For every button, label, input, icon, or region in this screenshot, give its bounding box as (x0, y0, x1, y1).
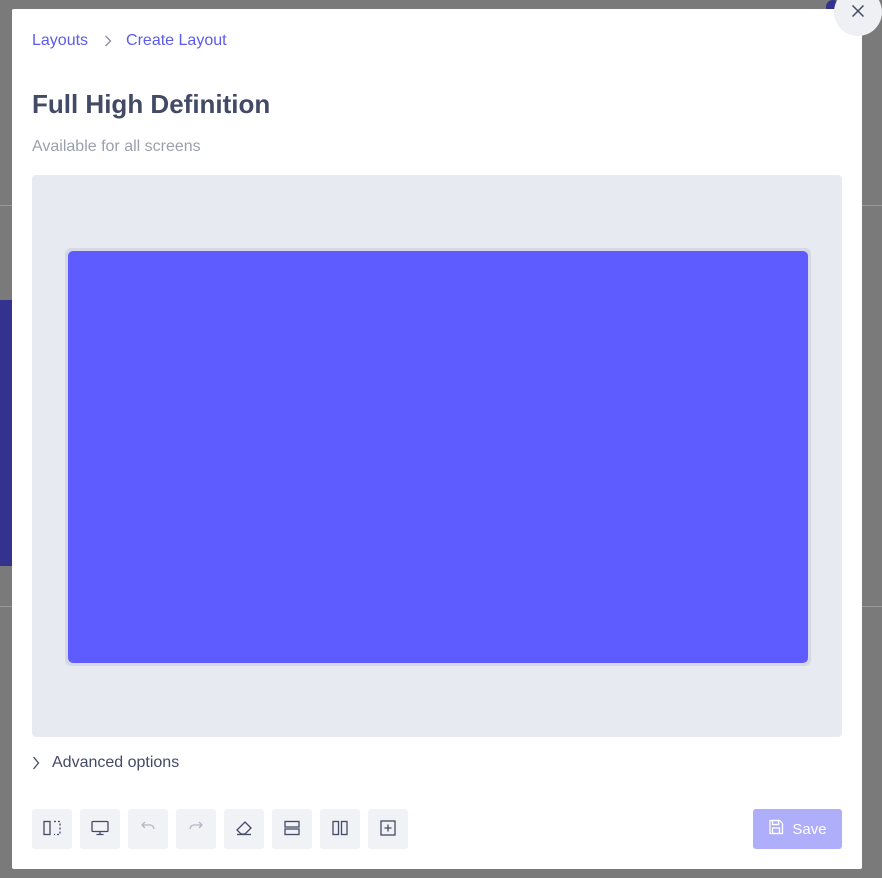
split-vertical-button[interactable] (32, 809, 72, 849)
create-layout-modal: Layouts Create Layout Full High Definiti… (12, 9, 862, 869)
page-title: Full High Definition (32, 89, 271, 119)
breadcrumb-create-layout-link[interactable]: Create Layout (126, 32, 227, 50)
layout-toolbar (32, 809, 408, 849)
advanced-options-toggle[interactable]: Advanced options (32, 754, 179, 772)
monitor-icon (91, 820, 109, 839)
rows-icon (283, 820, 301, 839)
chevron-right-icon (32, 756, 40, 770)
breadcrumb-layouts-link[interactable]: Layouts (32, 32, 88, 50)
redo-button[interactable] (176, 809, 216, 849)
columns-icon (331, 820, 349, 839)
eraser-button[interactable] (224, 809, 264, 849)
layout-zone[interactable] (68, 251, 808, 663)
save-button[interactable]: Save (753, 809, 842, 849)
screen-frame (65, 248, 811, 666)
undo-button[interactable] (128, 809, 168, 849)
layout-canvas (32, 175, 842, 737)
redo-icon (187, 820, 205, 839)
add-zone-icon (379, 819, 397, 839)
background-divider (862, 606, 882, 607)
chevron-right-icon (104, 35, 112, 47)
background-divider (0, 205, 12, 206)
background-divider (0, 606, 12, 607)
split-columns-button[interactable] (320, 809, 360, 849)
add-zone-button[interactable] (368, 809, 408, 849)
preview-screen-button[interactable] (80, 809, 120, 849)
background-panel (0, 300, 12, 566)
advanced-options-label: Advanced options (52, 754, 180, 771)
breadcrumb: Layouts Create Layout (32, 32, 227, 50)
undo-icon (139, 820, 157, 839)
split-vertical-icon (43, 820, 61, 839)
page-subtitle: Available for all screens (32, 138, 201, 155)
floppy-disk-icon (768, 819, 784, 839)
close-icon (851, 4, 865, 21)
split-rows-button[interactable] (272, 809, 312, 849)
save-label: Save (792, 820, 827, 838)
eraser-icon (235, 820, 253, 839)
background-divider (862, 205, 882, 206)
